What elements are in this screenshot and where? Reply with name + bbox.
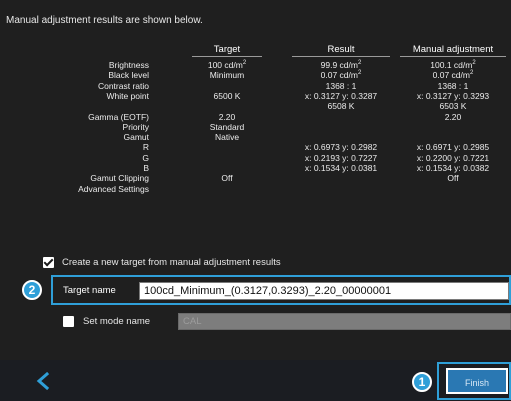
mode-name-input[interactable]: CAL: [178, 313, 511, 330]
target-value: 100 cd/m2: [207, 60, 247, 70]
manual-value: x: 0.2200 y: 0.7221: [416, 152, 490, 163]
row-label: Black level: [108, 70, 149, 81]
row-label: Gamma (EOTF): [88, 111, 149, 122]
results-table: Target Result Manual adjustment Brightne…: [0, 0, 511, 260]
manual-value: 100.1 cd/m2: [430, 60, 476, 70]
target-value: Minimum: [209, 70, 245, 81]
set-mode-name-checkbox[interactable]: [63, 316, 74, 327]
header-result: Result: [327, 44, 355, 55]
row-label: B: [143, 163, 149, 173]
row-label: Advanced Settings: [78, 183, 149, 194]
create-target-label: Create a new target from manual adjustme…: [62, 257, 281, 268]
target-value: Standard: [209, 121, 245, 132]
manual-value: x: 0.3127 y: 0.3293: [416, 90, 490, 101]
target-name-label: Target name: [63, 285, 116, 296]
row-label: Priority: [122, 121, 149, 132]
result-value: 6508 K: [327, 101, 355, 112]
results-panel: Manual adjustment results are shown belo…: [0, 0, 511, 401]
header-divider: [292, 56, 390, 57]
target-value: Off: [221, 173, 233, 184]
row-label: Gamut Clipping: [90, 173, 149, 184]
target-value: 2.20: [218, 111, 236, 122]
row-label: R: [142, 142, 149, 153]
result-value: 1368 : 1: [325, 80, 357, 91]
manual-value: 2.20: [444, 111, 462, 122]
result-value: x: 0.1534 y: 0.0381: [304, 163, 378, 173]
create-target-checkbox[interactable]: [43, 257, 54, 268]
finish-button[interactable]: Finish: [446, 368, 508, 394]
row-label: G: [142, 152, 149, 163]
row-label: Contrast ratio: [97, 80, 149, 91]
manual-value: 0.07 cd/m2: [432, 70, 474, 81]
target-name-input[interactable]: 100cd_Minimum_(0.3127,0.3293)_2.20_00000…: [139, 282, 509, 300]
row-label: White point: [106, 90, 149, 101]
header-manual-adjustment: Manual adjustment: [412, 44, 494, 55]
manual-value: 1368 : 1: [437, 80, 469, 91]
set-mode-name-label: Set mode name: [83, 316, 151, 327]
row-label: Brightness: [108, 60, 149, 70]
result-value: 0.07 cd/m2: [320, 70, 362, 81]
header-divider: [400, 56, 506, 57]
callout-badge-2: 2: [22, 280, 42, 300]
manual-value: 6503 K: [439, 101, 467, 112]
target-value: 6500 K: [213, 90, 241, 101]
header-target: Target: [213, 44, 241, 55]
callout-badge-1: 1: [412, 372, 432, 392]
result-value: 99.9 cd/m2: [320, 60, 362, 70]
manual-value: x: 0.1534 y: 0.0382: [416, 163, 490, 173]
target-value: Native: [214, 132, 240, 143]
header-divider: [192, 56, 262, 57]
manual-value: Off: [447, 173, 459, 184]
result-value: x: 0.6973 y: 0.2982: [304, 142, 378, 153]
result-value: x: 0.2193 y: 0.7227: [304, 152, 378, 163]
result-value: x: 0.3127 y: 0.3287: [304, 90, 378, 101]
row-label: Gamut: [123, 132, 149, 143]
bottom-bar: [0, 360, 511, 401]
manual-value: x: 0.6971 y: 0.2985: [416, 142, 490, 153]
chevron-left-icon[interactable]: [36, 372, 50, 390]
